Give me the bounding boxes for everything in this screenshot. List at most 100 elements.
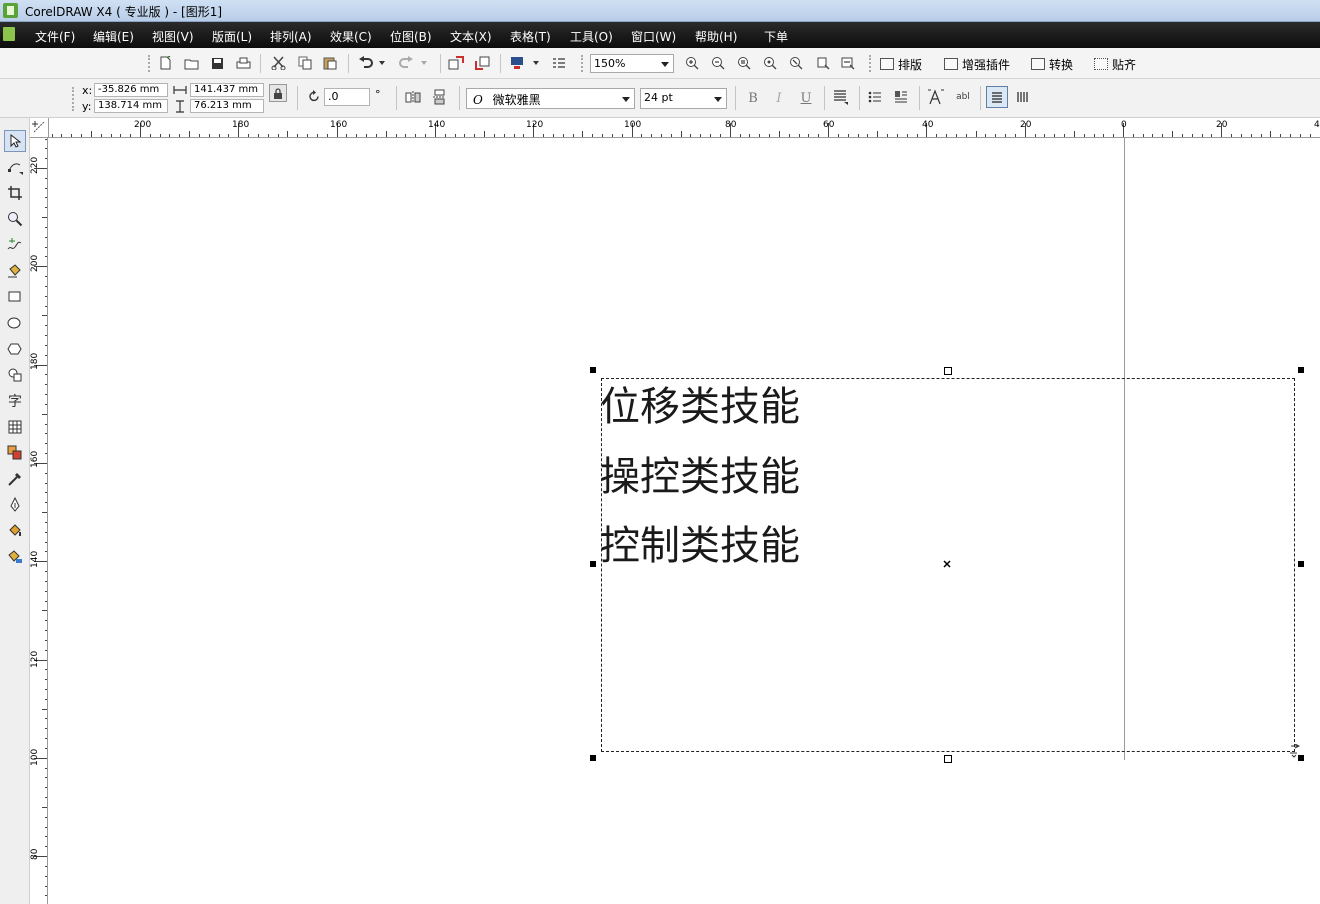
width-field[interactable]: 141.437 mm (190, 83, 264, 97)
undo-icon[interactable] (357, 54, 375, 72)
redo-dropdown-arrow-icon[interactable] (419, 54, 429, 72)
frame-resize-arrows-icon[interactable] (1288, 744, 1300, 758)
cut-icon[interactable] (269, 54, 287, 72)
enhance-plugin-button[interactable]: 增强插件 (944, 55, 1010, 73)
drop-cap-icon[interactable] (892, 88, 910, 106)
horizontal-ruler[interactable]: 200 180 160 140 120 100 80 60 40 20 0 20… (30, 118, 1320, 138)
fill-tool-icon[interactable] (4, 520, 26, 542)
menu-layout[interactable]: 版面(L) (212, 28, 252, 45)
character-formatting-icon[interactable] (927, 88, 945, 106)
v-ruler-label: 120 (30, 650, 40, 668)
menu-bitmaps[interactable]: 位图(B) (390, 28, 432, 45)
polygon-tool-icon[interactable] (4, 338, 26, 360)
selection-handle-top-center[interactable] (944, 367, 952, 375)
vertical-ruler[interactable]: 220 200 180 160 140 120 100 80 (30, 138, 48, 904)
menu-order[interactable]: 下单 (764, 28, 788, 45)
application-launcher-icon[interactable] (508, 54, 526, 72)
zoom-out-icon[interactable] (709, 54, 727, 72)
rectangle-tool-icon[interactable] (4, 286, 26, 308)
interactive-fill-tool-icon[interactable] (4, 546, 26, 568)
zoom-one-shot-icon[interactable] (735, 54, 753, 72)
freehand-tool-icon[interactable] (4, 234, 26, 256)
selection-handle-top-right[interactable] (1298, 367, 1304, 373)
import-icon[interactable] (447, 54, 465, 72)
basic-shapes-tool-icon[interactable] (4, 364, 26, 386)
selection-handle-middle-right[interactable] (1298, 561, 1304, 567)
italic-button[interactable]: I (770, 89, 788, 107)
mirror-vertical-icon[interactable] (430, 88, 448, 106)
zoom-to-page-width-icon[interactable] (839, 54, 857, 72)
ruler-origin-corner[interactable] (30, 118, 49, 137)
export-icon[interactable] (474, 54, 492, 72)
mirror-horizontal-icon[interactable] (404, 88, 422, 106)
selection-handle-bottom-left[interactable] (590, 755, 596, 761)
bullet-list-icon[interactable] (866, 88, 884, 106)
horizontal-alignment-icon[interactable] (832, 88, 850, 106)
edit-text-button[interactable]: abl (952, 88, 974, 106)
zoom-to-page-icon[interactable] (814, 54, 832, 72)
selection-handle-top-left[interactable] (590, 367, 596, 373)
pick-tool-icon[interactable] (4, 130, 26, 152)
menu-effects[interactable]: 效果(C) (330, 28, 372, 45)
eyedropper-tool-icon[interactable] (4, 468, 26, 490)
underline-button[interactable]: U (797, 89, 815, 107)
zoom-tool-icon[interactable] (4, 208, 26, 230)
convert-button[interactable]: 转换 (1031, 55, 1073, 73)
snap-button[interactable]: 贴齐 (1094, 55, 1136, 73)
menu-edit[interactable]: 编辑(E) (93, 28, 134, 45)
horizontal-text-icon[interactable] (986, 86, 1008, 108)
layout-button[interactable]: 排版 (880, 55, 922, 73)
redo-icon[interactable] (397, 54, 415, 72)
font-family-select[interactable]: O 微软雅黑 (466, 88, 635, 109)
toolbar-grip[interactable] (72, 87, 76, 111)
undo-dropdown-arrow-icon[interactable] (377, 54, 387, 72)
launcher-dropdown-arrow-icon[interactable] (531, 54, 541, 72)
text-line-3[interactable]: 控制类技能 (600, 523, 800, 569)
paste-icon[interactable] (321, 54, 339, 72)
rotation-center-icon[interactable] (943, 560, 951, 568)
table-tool-icon[interactable] (4, 416, 26, 438)
y-position-field[interactable]: 138.714 mm (94, 99, 168, 113)
smart-fill-tool-icon[interactable] (4, 260, 26, 282)
print-icon[interactable] (234, 54, 252, 72)
ellipse-tool-icon[interactable] (4, 312, 26, 334)
vertical-text-icon[interactable] (1014, 88, 1032, 106)
new-document-icon[interactable] (156, 54, 174, 72)
zoom-in-icon[interactable] (683, 54, 701, 72)
interactive-blend-tool-icon[interactable] (4, 442, 26, 464)
copy-icon[interactable] (296, 54, 314, 72)
menu-tools[interactable]: 工具(O) (570, 28, 613, 45)
selection-handle-bottom-center[interactable] (944, 755, 952, 763)
menu-text[interactable]: 文本(X) (450, 28, 492, 45)
welcome-screen-icon[interactable] (550, 54, 568, 72)
x-position-field[interactable]: -35.826 mm (94, 83, 168, 97)
toolbar-grip[interactable] (581, 55, 585, 72)
toolbar-grip[interactable] (148, 55, 152, 72)
menu-table[interactable]: 表格(T) (510, 28, 551, 45)
text-line-1[interactable]: 位移类技能 (600, 384, 800, 430)
text-tool-icon[interactable]: 字 (4, 390, 26, 412)
zoom-level-select[interactable]: 150% (590, 54, 674, 73)
menu-arrange[interactable]: 排列(A) (270, 28, 312, 45)
document-icon[interactable] (3, 27, 15, 41)
zoom-to-all-objects-icon[interactable] (787, 54, 805, 72)
menu-window[interactable]: 窗口(W) (631, 28, 676, 45)
zoom-to-selected-icon[interactable] (761, 54, 779, 72)
lock-ratio-icon[interactable] (269, 84, 287, 102)
rotation-angle-field[interactable]: .0 (324, 88, 370, 106)
bold-button[interactable]: B (744, 89, 762, 107)
open-folder-icon[interactable] (182, 54, 200, 72)
save-icon[interactable] (208, 54, 226, 72)
toolbar-grip[interactable] (869, 55, 873, 72)
selection-handle-middle-left[interactable] (590, 561, 596, 567)
menu-view[interactable]: 视图(V) (152, 28, 194, 45)
shape-tool-icon[interactable] (4, 156, 26, 178)
height-field[interactable]: 76.213 mm (190, 99, 264, 113)
menu-help[interactable]: 帮助(H) (695, 28, 737, 45)
menu-file[interactable]: 文件(F) (35, 28, 75, 45)
outline-tool-icon[interactable] (4, 494, 26, 516)
crop-tool-icon[interactable] (4, 182, 26, 204)
text-line-2[interactable]: 操控类技能 (600, 454, 800, 500)
drawing-canvas[interactable]: 位移类技能 操控类技能 控制类技能 (48, 138, 1320, 904)
font-size-select[interactable]: 24 pt (640, 88, 727, 109)
